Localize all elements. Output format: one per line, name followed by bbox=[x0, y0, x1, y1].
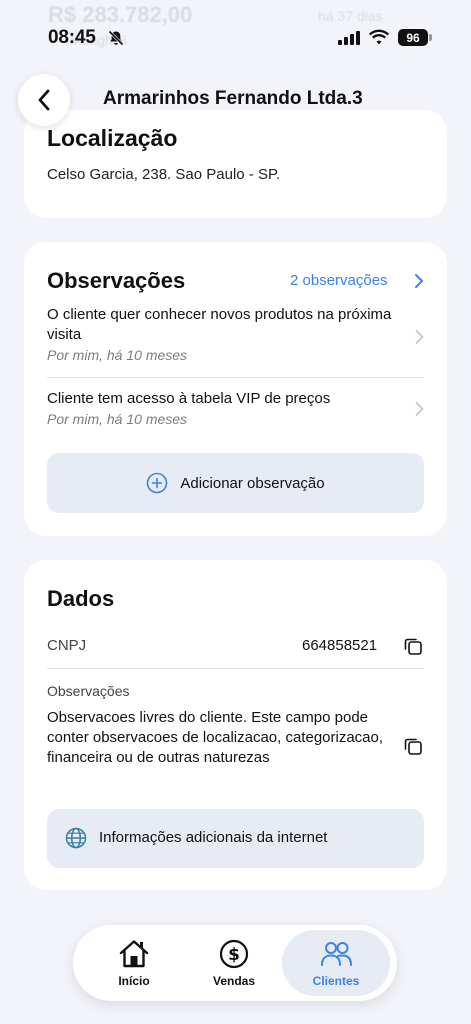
bell-off-icon bbox=[108, 30, 124, 46]
wifi-icon bbox=[368, 29, 390, 45]
data-card: Dados CNPJ 664858521 Observações Observa… bbox=[24, 560, 447, 890]
battery-indicator: 96 bbox=[398, 29, 428, 46]
observations-title: Observações bbox=[47, 268, 186, 293]
plus-circle-icon bbox=[147, 472, 168, 494]
chevron-left-icon bbox=[38, 89, 50, 111]
internet-info-button[interactable]: Informações adicionais da internet bbox=[47, 809, 424, 868]
copy-icon[interactable] bbox=[403, 636, 423, 656]
status-bar: 08:45 96 bbox=[0, 0, 471, 56]
observation-text: Cliente tem acesso à tabela VIP de preço… bbox=[47, 390, 331, 407]
tab-label: Vendas bbox=[212, 974, 256, 988]
back-button[interactable] bbox=[18, 74, 70, 126]
page-header: Armarinhos Fernando Ltda.3 bbox=[0, 68, 471, 130]
battery-tip bbox=[429, 34, 432, 41]
cnpj-value: 664858521 bbox=[302, 637, 378, 654]
signal-icon bbox=[338, 31, 360, 45]
observation-meta: Por mim, há 10 meses bbox=[47, 411, 188, 427]
observation-text: O cliente quer conhecer novos produtos n… bbox=[47, 306, 392, 343]
divider bbox=[47, 377, 424, 378]
tab-label: Início bbox=[118, 974, 150, 988]
location-address: Celso Garcia, 238. Sao Paulo - SP. bbox=[47, 166, 281, 183]
divider bbox=[47, 668, 424, 669]
notes-value: Observacoes livres do cliente. Este camp… bbox=[47, 709, 384, 766]
internet-info-label: Informações adicionais da internet bbox=[99, 829, 328, 846]
tab-label: Clientes bbox=[312, 974, 360, 988]
notes-label: Observações bbox=[47, 683, 130, 699]
svg-text:$: $ bbox=[228, 945, 240, 965]
observation-meta: Por mim, há 10 meses bbox=[47, 347, 188, 363]
copy-icon[interactable] bbox=[403, 736, 423, 756]
tab-clientes[interactable]: Clientes bbox=[282, 930, 390, 996]
observations-card: Observações 2 observações O cliente quer… bbox=[24, 242, 447, 536]
add-observation-button[interactable]: Adicionar observação bbox=[47, 453, 424, 513]
people-icon bbox=[321, 942, 352, 966]
chevron-right-icon bbox=[415, 330, 424, 344]
tab-vendas[interactable]: $ Vendas bbox=[201, 930, 267, 996]
observations-count-link[interactable]: 2 observações bbox=[290, 272, 388, 289]
tab-bar: Início $ Vendas Clientes bbox=[73, 925, 397, 1001]
cnpj-label: CNPJ bbox=[47, 637, 87, 654]
chevron-right-icon bbox=[415, 402, 424, 416]
status-time: 08:45 bbox=[48, 27, 96, 48]
dollar-icon: $ bbox=[219, 939, 249, 969]
add-observation-label: Adicionar observação bbox=[180, 474, 325, 492]
tab-inicio[interactable]: Início bbox=[101, 930, 167, 996]
observation-item[interactable]: O cliente quer conhecer novos produtos n… bbox=[47, 305, 424, 363]
observation-item[interactable]: Cliente tem acesso à tabela VIP de preço… bbox=[47, 389, 424, 427]
globe-icon bbox=[65, 827, 87, 849]
chevron-right-icon[interactable] bbox=[414, 273, 424, 289]
home-icon bbox=[119, 940, 149, 968]
page-title: Armarinhos Fernando Ltda.3 bbox=[103, 88, 363, 109]
data-title: Dados bbox=[47, 586, 115, 611]
